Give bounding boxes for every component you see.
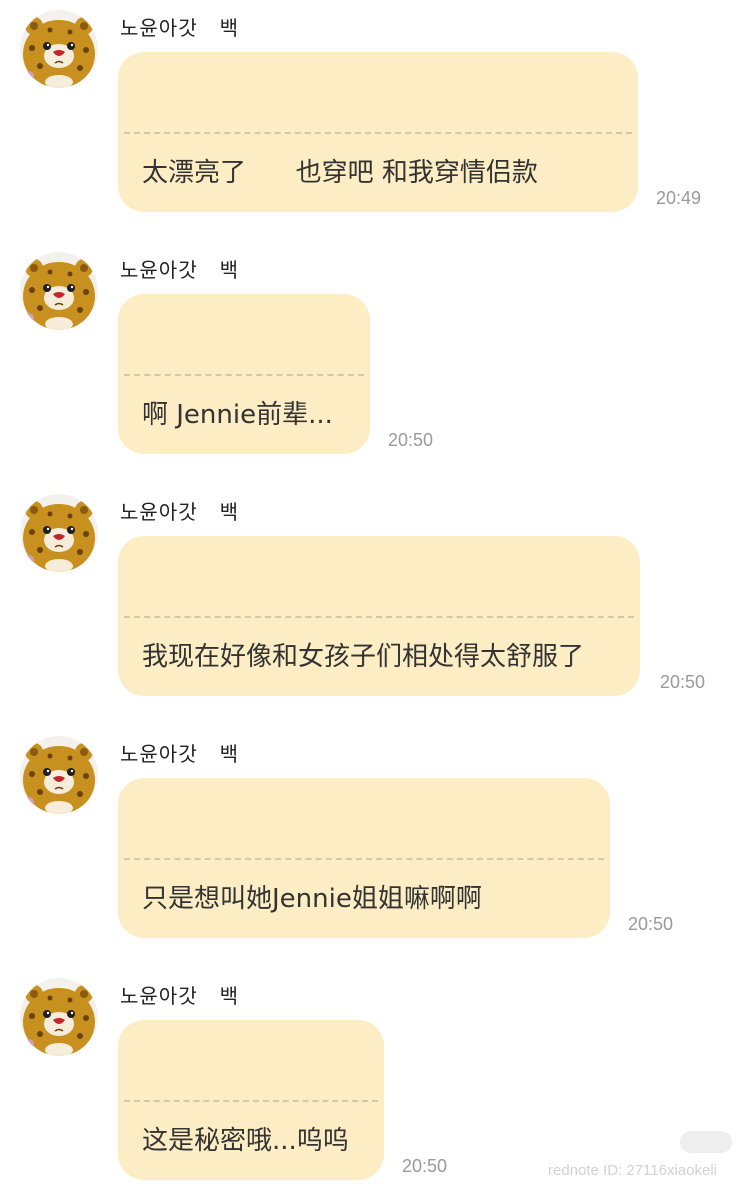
sender-name: 노윤아갓 백 [120,500,240,524]
bubble-divider [124,1100,378,1102]
message-row: 노윤아갓 백 啊 Jennie前辈... 20:50 [0,242,756,472]
message-time: 20:49 [656,188,702,208]
teddy-bear-avatar-icon [20,252,98,330]
message-bubble[interactable]: 只是想叫她Jennie姐姐嘛啊啊 [118,778,610,938]
message-text: 只是想叫她Jennie姐姐嘛啊啊 [142,884,482,914]
rednote-logo-icon [680,1131,732,1153]
message-text: 太漂亮了 也穿吧 和我穿情侣款 [142,158,538,188]
teddy-bear-avatar-icon [20,10,98,88]
bubble-divider [124,132,632,134]
bubble-divider [124,616,634,618]
message-bubble[interactable]: 太漂亮了 也穿吧 和我穿情侣款 [118,52,638,212]
sender-name: 노윤아갓 백 [120,742,240,766]
bubble-divider [124,858,604,860]
message-text: 这是秘密哦...呜呜 [142,1126,349,1156]
avatar[interactable] [20,978,98,1056]
avatar[interactable] [20,736,98,814]
teddy-bear-avatar-icon [20,978,98,1056]
message-bubble[interactable]: 我现在好像和女孩子们相处得太舒服了 [118,536,640,696]
bubble-divider [124,374,364,376]
message-row: 노윤아갓 백 太漂亮了 也穿吧 和我穿情侣款 20:49 [0,0,756,230]
sender-name: 노윤아갓 백 [120,16,240,40]
message-bubble[interactable]: 这是秘密哦...呜呜 [118,1020,384,1180]
message-time: 20:50 [402,1156,448,1176]
sender-name: 노윤아갓 백 [120,258,240,282]
sender-name: 노윤아갓 백 [120,984,240,1008]
avatar[interactable] [20,252,98,330]
teddy-bear-avatar-icon [20,736,98,814]
message-row: 노윤아갓 백 只是想叫她Jennie姐姐嘛啊啊 20:50 [0,726,756,956]
message-text: 啊 Jennie前辈... [142,400,333,430]
teddy-bear-avatar-icon [20,494,98,572]
message-time: 20:50 [388,430,434,450]
avatar[interactable] [20,10,98,88]
watermark: rednote ID: 27116xiaokeli [548,1162,717,1179]
message-text: 我现在好像和女孩子们相处得太舒服了 [142,642,585,672]
message-bubble[interactable]: 啊 Jennie前辈... [118,294,370,454]
message-time: 20:50 [628,914,674,934]
message-time: 20:50 [660,672,706,692]
message-row: 노윤아갓 백 我现在好像和女孩子们相处得太舒服了 20:50 [0,484,756,714]
avatar[interactable] [20,494,98,572]
